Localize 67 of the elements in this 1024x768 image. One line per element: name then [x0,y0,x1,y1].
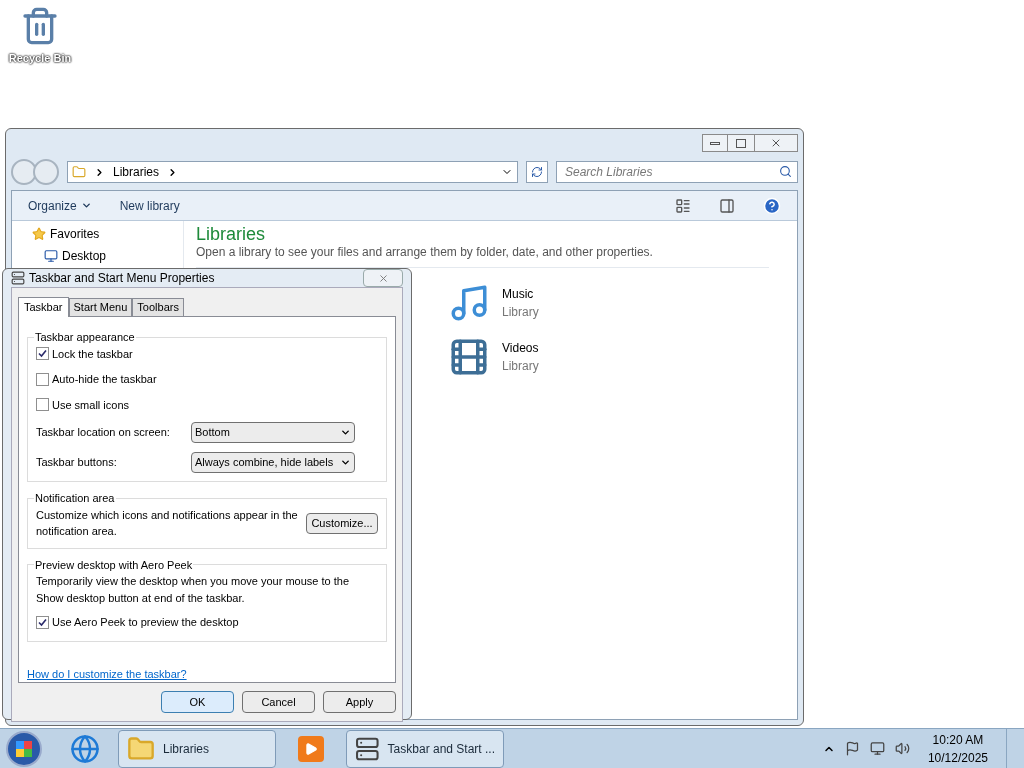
caret-icon [340,427,351,438]
help-icon[interactable] [763,196,781,215]
view-options-icon[interactable] [675,197,691,214]
customize-button[interactable]: Customize... [306,512,378,534]
field-label: Taskbar buttons: [36,455,118,471]
chevron-icon [94,166,105,178]
library-type: Library [502,304,539,321]
search-field[interactable]: Search Libraries [556,161,798,183]
description-text: Temporarily view the desktop when you move your mouse to the Show desktop button at end of the taskbar. [36,574,351,606]
taskbar-button[interactable]: Taskbar and Start ... [346,729,504,768]
library-type: Library [502,358,539,375]
close-button[interactable] [754,134,798,152]
field-label: Taskbar location on screen: [36,425,171,441]
minimize-button[interactable] [702,134,728,152]
dialog-title: Taskbar and Start Menu Properties [29,270,215,287]
nav-item[interactable]: Favorites [50,225,100,243]
caret-icon [80,200,92,211]
clock[interactable]: 10:20 AM 10/12/2025 [919,730,996,767]
close-icon [377,272,389,284]
folder-icon [72,165,86,179]
flag-icon[interactable] [844,741,860,756]
checkbox[interactable] [36,347,49,361]
checkbox-label[interactable]: Lock the taskbar [52,345,133,362]
nav-item[interactable]: Desktop [62,247,107,265]
desktop-icon-label: Recycle Bin [8,51,72,67]
taskbar-button[interactable]: Libraries [118,729,276,768]
description-text: Customize which icons and notifications appear in the notification area. [36,507,298,539]
page-heading: Libraries [196,223,267,245]
tab[interactable]: Toolbars [132,298,184,316]
checkbox-label[interactable]: Use small icons [52,396,130,413]
library-name[interactable]: Music [502,285,539,303]
dialog-button[interactable]: Apply [323,691,396,713]
dropdown[interactable]: Bottom [191,422,355,443]
refresh-icon [531,166,543,178]
toolbar-button[interactable]: New library [119,196,180,215]
monitor-icon [44,249,58,263]
tab[interactable]: Start Menu [68,298,133,316]
toolbar-button[interactable]: Organize [28,196,92,215]
browser-icon[interactable] [70,733,100,764]
library-name[interactable]: Videos [502,339,539,357]
folder-icon [127,734,155,763]
dialog-button[interactable]: Cancel [242,691,315,713]
group-title: Taskbar appearance [34,330,136,345]
volume-icon[interactable] [894,741,910,756]
preview-pane-icon[interactable] [719,197,735,214]
search-icon[interactable] [779,165,792,178]
group-title: Preview desktop with Aero Peek [34,557,194,573]
maximize-button[interactable] [728,134,754,152]
help-link[interactable]: How do I customize the taskbar? [27,667,187,680]
address-bar[interactable]: Libraries [67,161,518,183]
group-title: Notification area [34,491,116,506]
checkbox[interactable] [36,372,49,386]
tab[interactable]: Taskbar [18,297,69,317]
checkbox-label[interactable]: Auto-hide the taskbar [52,371,157,388]
media-player-icon[interactable] [298,735,324,762]
checkbox[interactable] [36,398,49,412]
properties-icon [11,271,25,285]
star-icon [32,227,46,241]
start-button[interactable] [6,730,42,767]
checkbox-label[interactable]: Use Aero Peek to preview the desktop [52,614,239,631]
refresh-button[interactable] [526,161,548,183]
caret-icon [340,457,351,468]
dialog-button[interactable]: OK [161,691,234,713]
breadcrumb-item[interactable]: Libraries [113,163,160,181]
checkbox[interactable] [36,615,49,629]
close-icon [770,137,782,149]
dropdown[interactable]: Always combine, hide labels [191,452,355,473]
